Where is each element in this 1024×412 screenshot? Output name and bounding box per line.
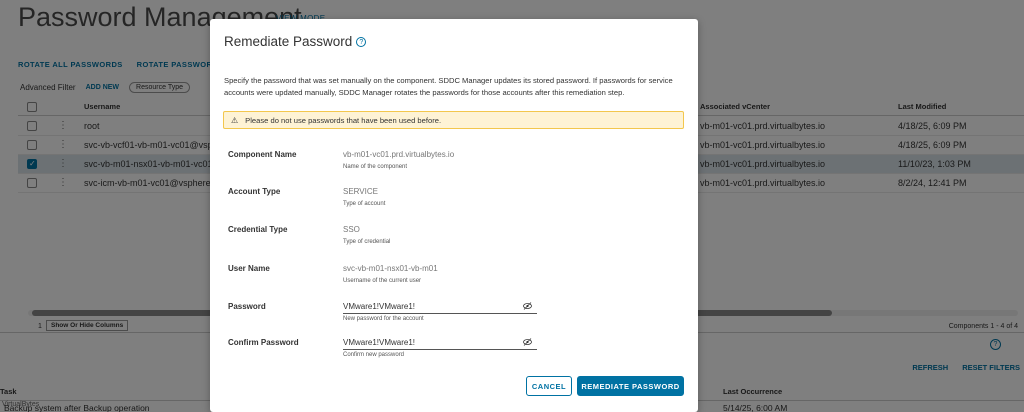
- cancel-button[interactable]: CANCEL: [526, 376, 572, 396]
- field-label: Password: [228, 302, 266, 311]
- field-help: Confirm new password: [343, 352, 405, 358]
- field-label: Credential Type: [228, 225, 288, 234]
- help-icon[interactable]: ?: [356, 36, 367, 47]
- dialog-description: Specify the password that was set manual…: [224, 76, 673, 97]
- field-help: Username of the current user: [343, 278, 422, 284]
- field-help: New password for the account: [343, 316, 424, 322]
- field-help: Type of account: [343, 201, 386, 207]
- password-input[interactable]: [343, 300, 537, 314]
- field-label: Component Name: [228, 150, 297, 159]
- field-label: Account Type: [228, 187, 281, 196]
- eye-slash-icon[interactable]: [523, 302, 532, 312]
- brand-label: VirtualBytes: [2, 401, 40, 408]
- field-value: vb-m01-vc01.prd.virtualbytes.io: [343, 150, 455, 159]
- remediate-password-dialog: Remediate Password ? Specify the passwor…: [210, 19, 698, 412]
- warning-alert: ⚠ Please do not use passwords that have …: [223, 111, 684, 129]
- warning-icon: ⚠: [231, 115, 239, 125]
- field-value: SSO: [343, 225, 360, 234]
- field-value: svc-vb-m01-nsx01-vb-m01: [343, 264, 438, 273]
- remediate-password-button[interactable]: REMEDIATE PASSWORD: [577, 376, 684, 396]
- field-help: Type of credential: [343, 239, 391, 245]
- confirm-password-input[interactable]: [343, 336, 537, 350]
- dialog-title: Remediate Password ?: [224, 34, 367, 49]
- warning-text: Please do not use passwords that have be…: [245, 115, 442, 125]
- field-value: SERVICE: [343, 187, 378, 196]
- field-label: User Name: [228, 264, 270, 273]
- field-help: Name of the component: [343, 164, 408, 170]
- field-label: Confirm Password: [228, 338, 299, 347]
- dialog-title-text: Remediate Password: [224, 34, 353, 49]
- eye-slash-icon[interactable]: [523, 338, 532, 348]
